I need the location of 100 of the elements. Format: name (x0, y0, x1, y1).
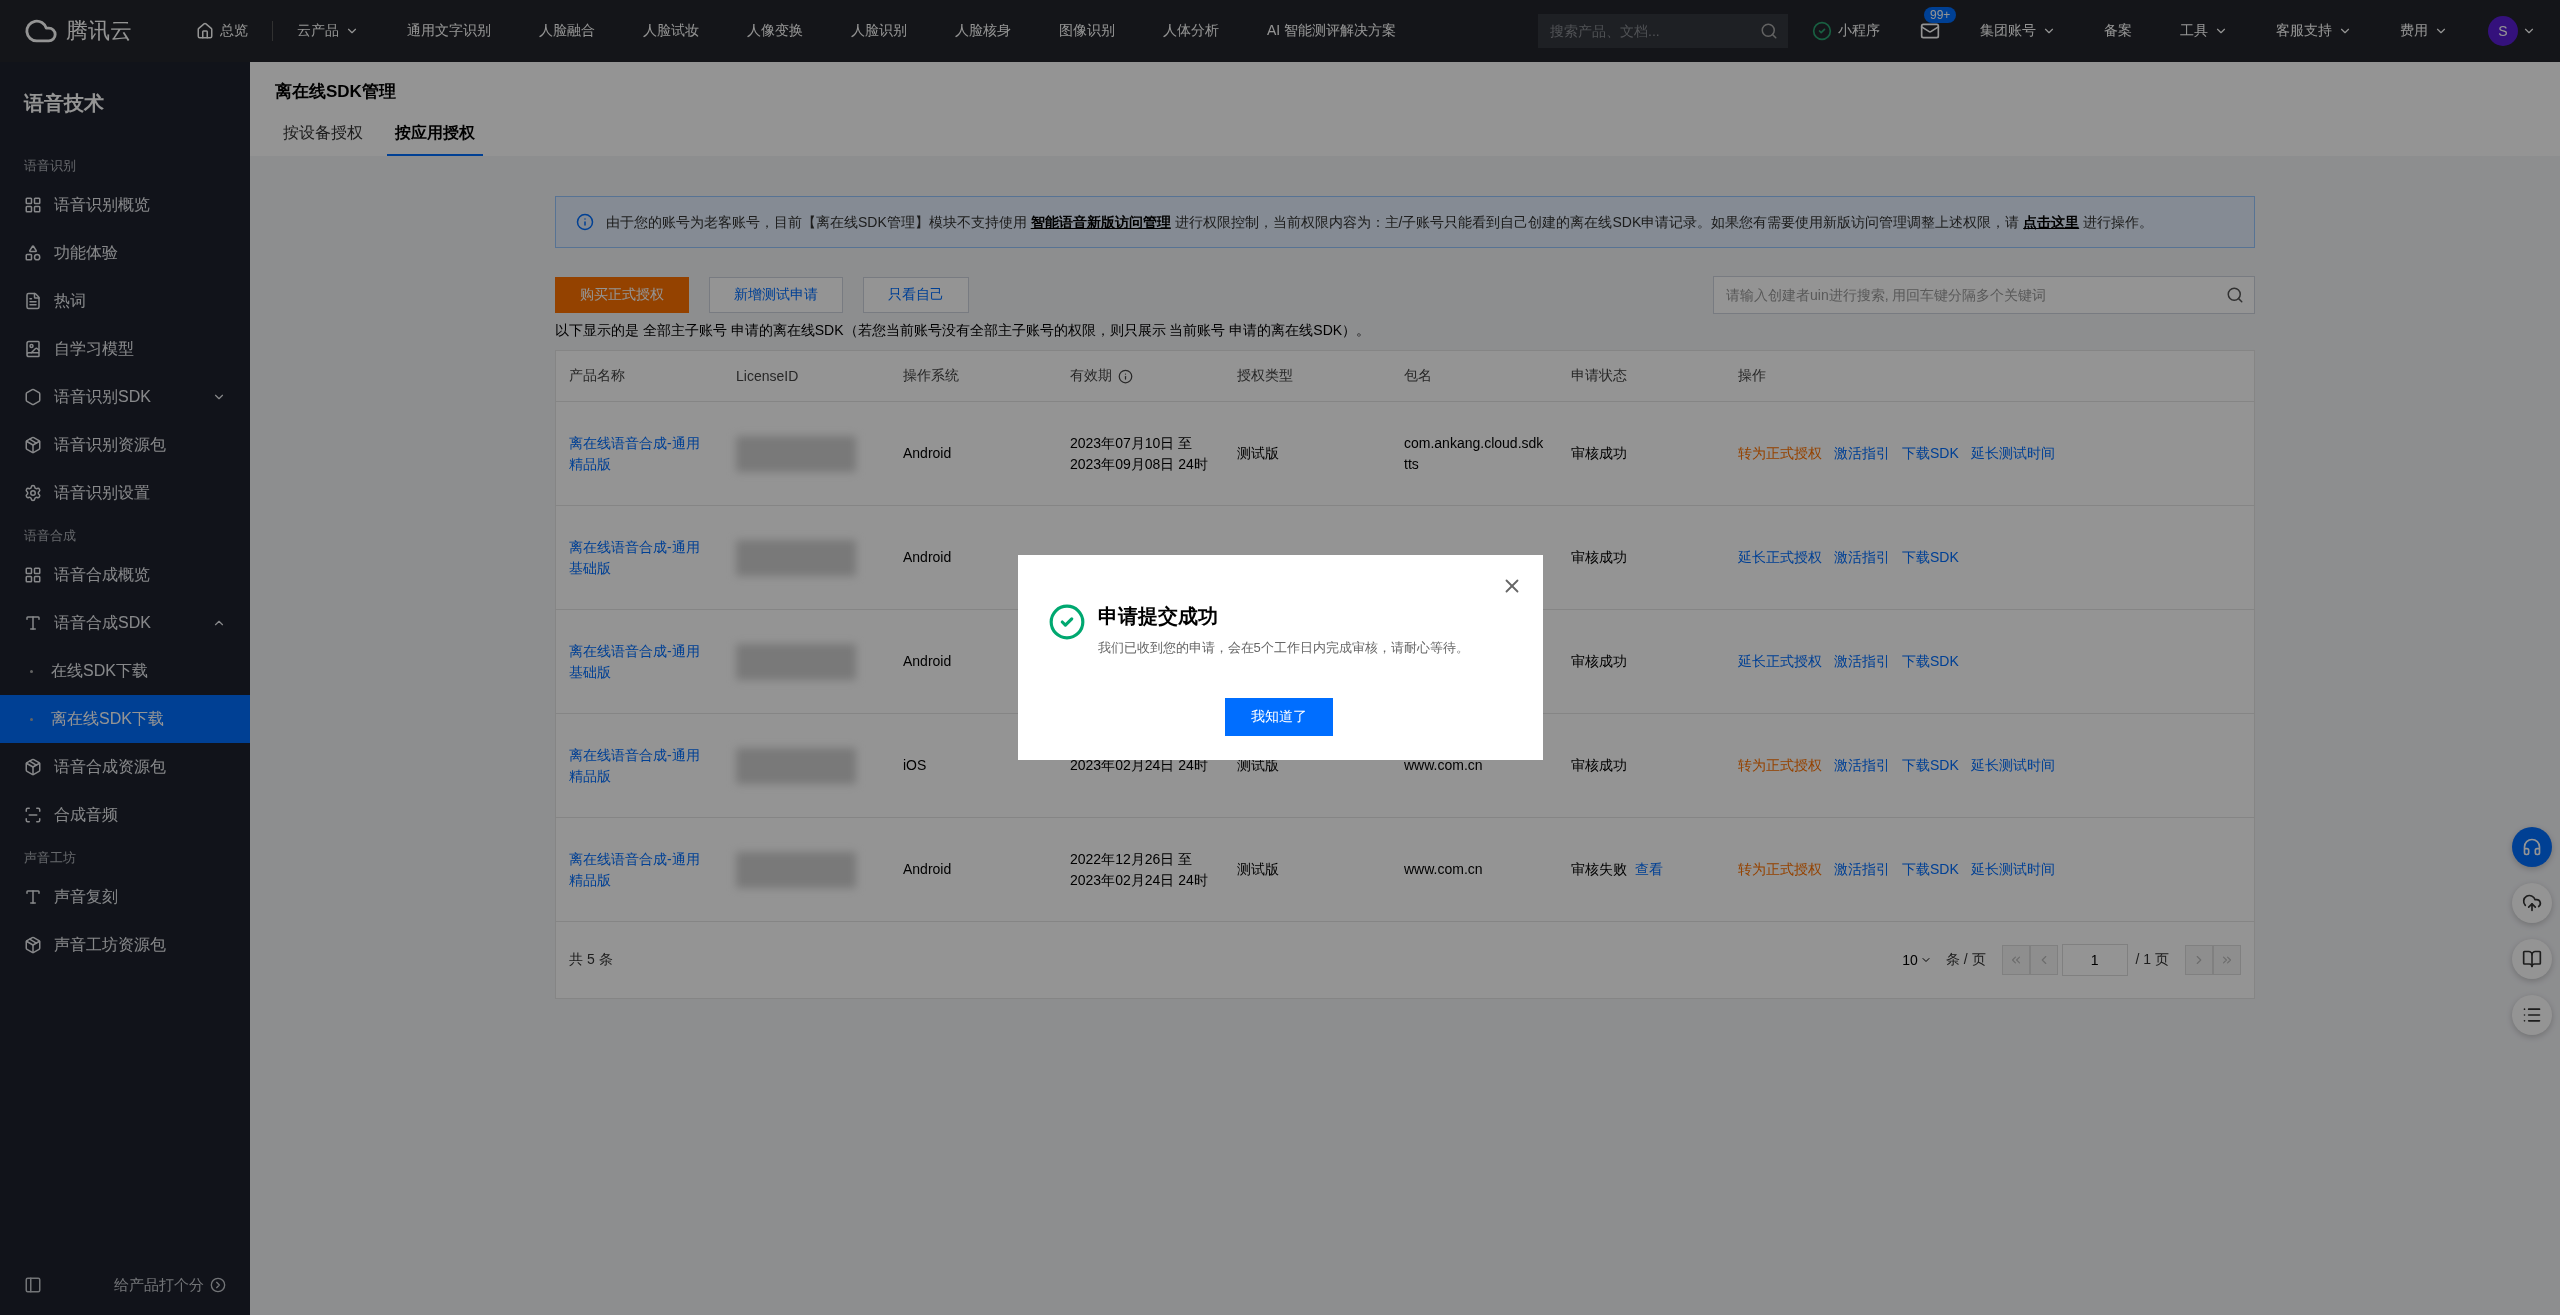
support-button[interactable] (2512, 827, 2552, 867)
nav-link[interactable]: AI 智能测评解决方案 (1243, 22, 1421, 40)
action-link[interactable]: 延长测试时间 (1970, 444, 2055, 463)
action-link[interactable]: 延长测试时间 (1970, 756, 2055, 775)
top-menu[interactable]: 工具 (2156, 22, 2252, 40)
docs-button[interactable] (2512, 939, 2552, 979)
column-header: 有效期 (1070, 367, 1237, 385)
nav-link[interactable]: 通用文字识别 (383, 22, 515, 40)
table-cell-text: iOS (903, 756, 928, 775)
action-link[interactable]: 激活指引 (1834, 444, 1890, 463)
sidebar-subitem[interactable]: 在线SDK下载 (0, 647, 250, 695)
nav-link[interactable]: 人脸核身 (931, 22, 1035, 40)
tab[interactable]: 按设备授权 (275, 115, 371, 156)
mini-program-icon (1812, 21, 1832, 41)
nav-link[interactable]: 人脸试妆 (619, 22, 723, 40)
search-icon (2226, 286, 2244, 304)
view-link[interactable]: 查看 (1635, 859, 1663, 880)
last-page-icon (2220, 953, 2234, 967)
cloud-button[interactable] (2512, 883, 2552, 923)
product-link[interactable]: 离在线语音合成-通用基础版 (569, 536, 736, 579)
action-link[interactable]: 延长正式授权 (1738, 548, 1822, 567)
product-link[interactable]: 离在线语音合成-通用精品版 (569, 744, 736, 787)
column-header: 包名 (1404, 367, 1433, 385)
status-text: 审核成功 (1571, 756, 1627, 775)
toolbar-button[interactable]: 新增测试申请 (709, 277, 843, 313)
products-menu[interactable]: 云产品 (273, 22, 383, 40)
sidebar-item[interactable]: 语音识别资源包 (0, 421, 250, 469)
action-link[interactable]: 下载SDK (1902, 548, 1959, 567)
home-link[interactable]: 总览 (172, 22, 272, 40)
menu-item-icon (24, 484, 42, 502)
sidebar-item[interactable]: 热词 (0, 277, 250, 325)
info-icon (576, 213, 594, 231)
status-text: 审核成功 (1571, 652, 1627, 671)
banner-link[interactable]: 智能语音新版访问管理 (1030, 214, 1171, 230)
info-icon (1118, 368, 1133, 384)
menu-item-icon (24, 436, 42, 454)
sidebar-item[interactable]: 自学习模型 (0, 325, 250, 373)
sidebar-item[interactable]: 语音识别设置 (0, 469, 250, 517)
nav-link[interactable]: 人脸识别 (827, 22, 931, 40)
toolbar-button[interactable]: 只看自己 (863, 277, 969, 313)
menu-item-icon (24, 566, 42, 584)
rate-link[interactable]: 给产品打个分 (114, 1275, 226, 1295)
menu-item-icon (24, 806, 42, 824)
sidebar-item[interactable]: 语音识别SDK (0, 373, 250, 421)
sidebar-item[interactable]: 语音合成概览 (0, 551, 250, 599)
sidebar-item[interactable]: 语音合成资源包 (0, 743, 250, 791)
group-label: 语音识别 (23, 157, 77, 175)
status-text: 审核成功 (1571, 548, 1627, 567)
action-link[interactable]: 下载SDK (1902, 652, 1959, 671)
nav-link[interactable]: 人脸融合 (515, 22, 619, 40)
action-link[interactable]: 激活指引 (1834, 860, 1890, 879)
action-link[interactable]: 下载SDK (1902, 756, 1959, 775)
table-cell-text: Android (903, 548, 953, 567)
product-link[interactable]: 离在线语音合成-通用基础版 (569, 640, 736, 683)
action-link[interactable]: 下载SDK (1902, 444, 1959, 463)
column-header: 操作系统 (903, 367, 960, 385)
table-cell-text: Android (903, 860, 953, 879)
action-link[interactable]: 延长测试时间 (1970, 860, 2055, 879)
page-input[interactable]: 1 (2061, 944, 2128, 976)
sidebar-item[interactable]: 声音复刻 (0, 873, 250, 921)
nav-link[interactable]: 图像识别 (1035, 22, 1139, 40)
top-menu[interactable]: 费用 (2376, 22, 2472, 40)
product-link[interactable]: 离在线语音合成-通用精品版 (569, 432, 736, 475)
action-link[interactable]: 激活指引 (1834, 652, 1890, 671)
action-link[interactable]: 激活指引 (1834, 756, 1890, 775)
nav-link[interactable]: 人体分析 (1139, 22, 1243, 40)
banner-link[interactable]: 点击这里 (2023, 214, 2080, 230)
top-menu[interactable]: 客服支持 (2252, 22, 2376, 40)
table-cell-text: Android (903, 444, 953, 463)
sidebar-item[interactable]: 语音合成SDK (0, 599, 250, 647)
collapse-icon[interactable] (24, 1276, 42, 1294)
column-header: 申请状态 (1571, 367, 1628, 385)
sidebar-item[interactable]: 合成音频 (0, 791, 250, 839)
status-text: 审核成功 (1571, 444, 1627, 463)
sidebar-item[interactable]: 声音工坊资源包 (0, 921, 250, 969)
avatar[interactable]: S (2488, 16, 2518, 46)
nav-link[interactable]: 人像变换 (723, 22, 827, 40)
list-button[interactable] (2512, 995, 2552, 1035)
menu-item-icon (24, 936, 42, 954)
column-header: 操作 (1738, 367, 1767, 385)
top-menu[interactable]: 集团账号 (1956, 22, 2080, 40)
sidebar-subitem[interactable]: 离在线SDK下载 (0, 695, 250, 743)
mini-program-link[interactable]: 小程序 (1788, 21, 1904, 41)
logo[interactable]: 腾讯云 (24, 14, 132, 48)
top-menu[interactable]: 备案 (2080, 22, 2156, 40)
confirm-button[interactable]: 我知道了 (1225, 698, 1333, 736)
dialog-title: 申请提交成功 (1097, 604, 1219, 629)
sidebar-item[interactable]: 语音识别概览 (0, 181, 250, 229)
total-count: 共 5 条 (569, 951, 613, 969)
action-link[interactable]: 激活指引 (1834, 548, 1890, 567)
tab[interactable]: 按应用授权 (387, 115, 483, 156)
table-cell-text: www.com.cn (1404, 756, 1484, 775)
menu-item-icon (24, 340, 42, 358)
action-link[interactable]: 延长正式授权 (1738, 652, 1822, 671)
product-link[interactable]: 离在线语音合成-通用精品版 (569, 848, 736, 891)
status-text: 审核失败 (1571, 860, 1627, 879)
sidebar-item[interactable]: 功能体验 (0, 229, 250, 277)
mail-icon[interactable] (1920, 21, 1940, 41)
action-link[interactable]: 下载SDK (1902, 860, 1959, 879)
page-size-select[interactable]: 10 (1896, 951, 1938, 969)
